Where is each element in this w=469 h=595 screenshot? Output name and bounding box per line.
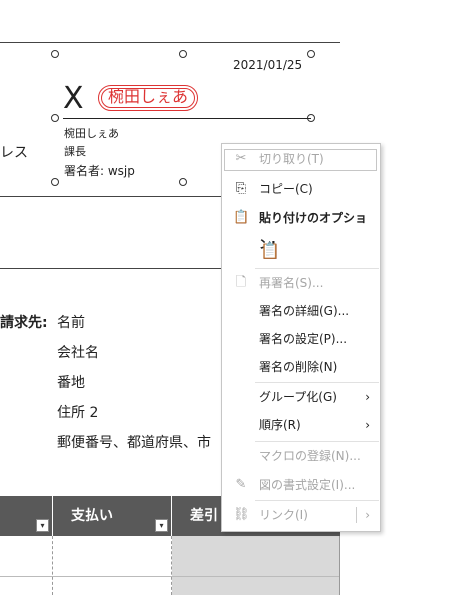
signature-line <box>63 118 311 119</box>
address-line: 郵便番号、都道府県、市 <box>57 435 211 451</box>
filter-dropdown-icon[interactable]: ▾ <box>155 519 168 532</box>
address-line: 会社名 <box>57 345 99 361</box>
top-rule <box>0 42 340 43</box>
menu-item-assign-macro[interactable]: マクロの登録(N)... <box>222 443 380 469</box>
menu-item-order[interactable]: 順序(R) › <box>222 412 380 438</box>
left-text-fragment: レス <box>0 145 28 161</box>
table-cell <box>172 577 340 595</box>
resize-handle[interactable] <box>179 50 187 58</box>
signature-x-mark: X <box>63 81 84 116</box>
signer-name: 椀田しぇあ <box>64 127 119 140</box>
hanko-stamp: 椀田しぇあ <box>98 85 198 111</box>
context-menu: ✂ 切り取り(T) ⎘ コピー(C) 📋 貼り付けのオプション: 📋 🗋 再署名… <box>221 143 381 532</box>
signature-doc-icon: 🗋 <box>235 275 247 290</box>
menu-item-group[interactable]: グループ化(G) › <box>222 384 380 410</box>
clipboard-icon: 📋 <box>260 241 280 260</box>
menu-item-remove-signature[interactable]: 署名の削除(N) <box>222 354 380 380</box>
resize-handle[interactable] <box>51 178 59 186</box>
submenu-arrow-icon: › <box>365 418 370 432</box>
link-icon: ⛓ <box>233 507 250 522</box>
signature-date: 2021/01/25 <box>233 58 303 72</box>
column-divider <box>171 536 172 595</box>
paste-icon: 📋 <box>233 210 250 225</box>
menu-item-signature-details[interactable]: 署名の詳細(G)... <box>222 298 380 324</box>
resize-handle[interactable] <box>179 178 187 186</box>
filter-dropdown-icon[interactable]: ▾ <box>36 519 49 532</box>
resize-handle[interactable] <box>307 50 315 58</box>
menu-item-signature-setup[interactable]: 署名の設定(P)... <box>222 326 380 352</box>
submenu-arrow-icon: › <box>365 508 370 522</box>
address-line: 名前 <box>57 315 85 331</box>
scissors-icon: ✂ <box>235 151 247 166</box>
submenu-arrow-icon: › <box>365 390 370 404</box>
menu-item-re-sign[interactable]: 🗋 再署名(S)... <box>222 270 380 296</box>
resize-handle[interactable] <box>51 50 59 58</box>
address-line: 番地 <box>57 375 85 391</box>
column-header-balance: 差引 <box>190 508 218 524</box>
menu-item-link[interactable]: ⛓ リンク(I) › <box>222 502 380 528</box>
copy-icon: ⎘ <box>235 181 247 196</box>
bill-to-label: 請求先: <box>0 315 48 331</box>
table-cell <box>172 536 340 576</box>
menu-item-format-picture[interactable]: ✎ 図の書式設定(I)... <box>222 472 380 498</box>
paste-option-button[interactable]: 📋 <box>254 236 284 266</box>
menu-item-copy[interactable]: ⎘ コピー(C) <box>222 176 380 202</box>
signer-title: 課長 <box>64 145 86 158</box>
menu-item-cut[interactable]: ✂ 切り取り(T) <box>222 146 380 172</box>
menu-item-paste-options: 📋 貼り付けのオプション: <box>233 210 368 252</box>
row-divider <box>0 576 340 577</box>
stamp-text: 椀田しぇあ <box>107 87 188 106</box>
column-divider <box>52 536 53 595</box>
address-line: 住所 2 <box>57 405 99 421</box>
column-header-payment: 支払い <box>71 508 113 524</box>
resize-handle[interactable] <box>51 114 59 122</box>
format-brush-icon: ✎ <box>235 477 247 492</box>
signer-by: 署名者: wsjp <box>64 164 135 178</box>
